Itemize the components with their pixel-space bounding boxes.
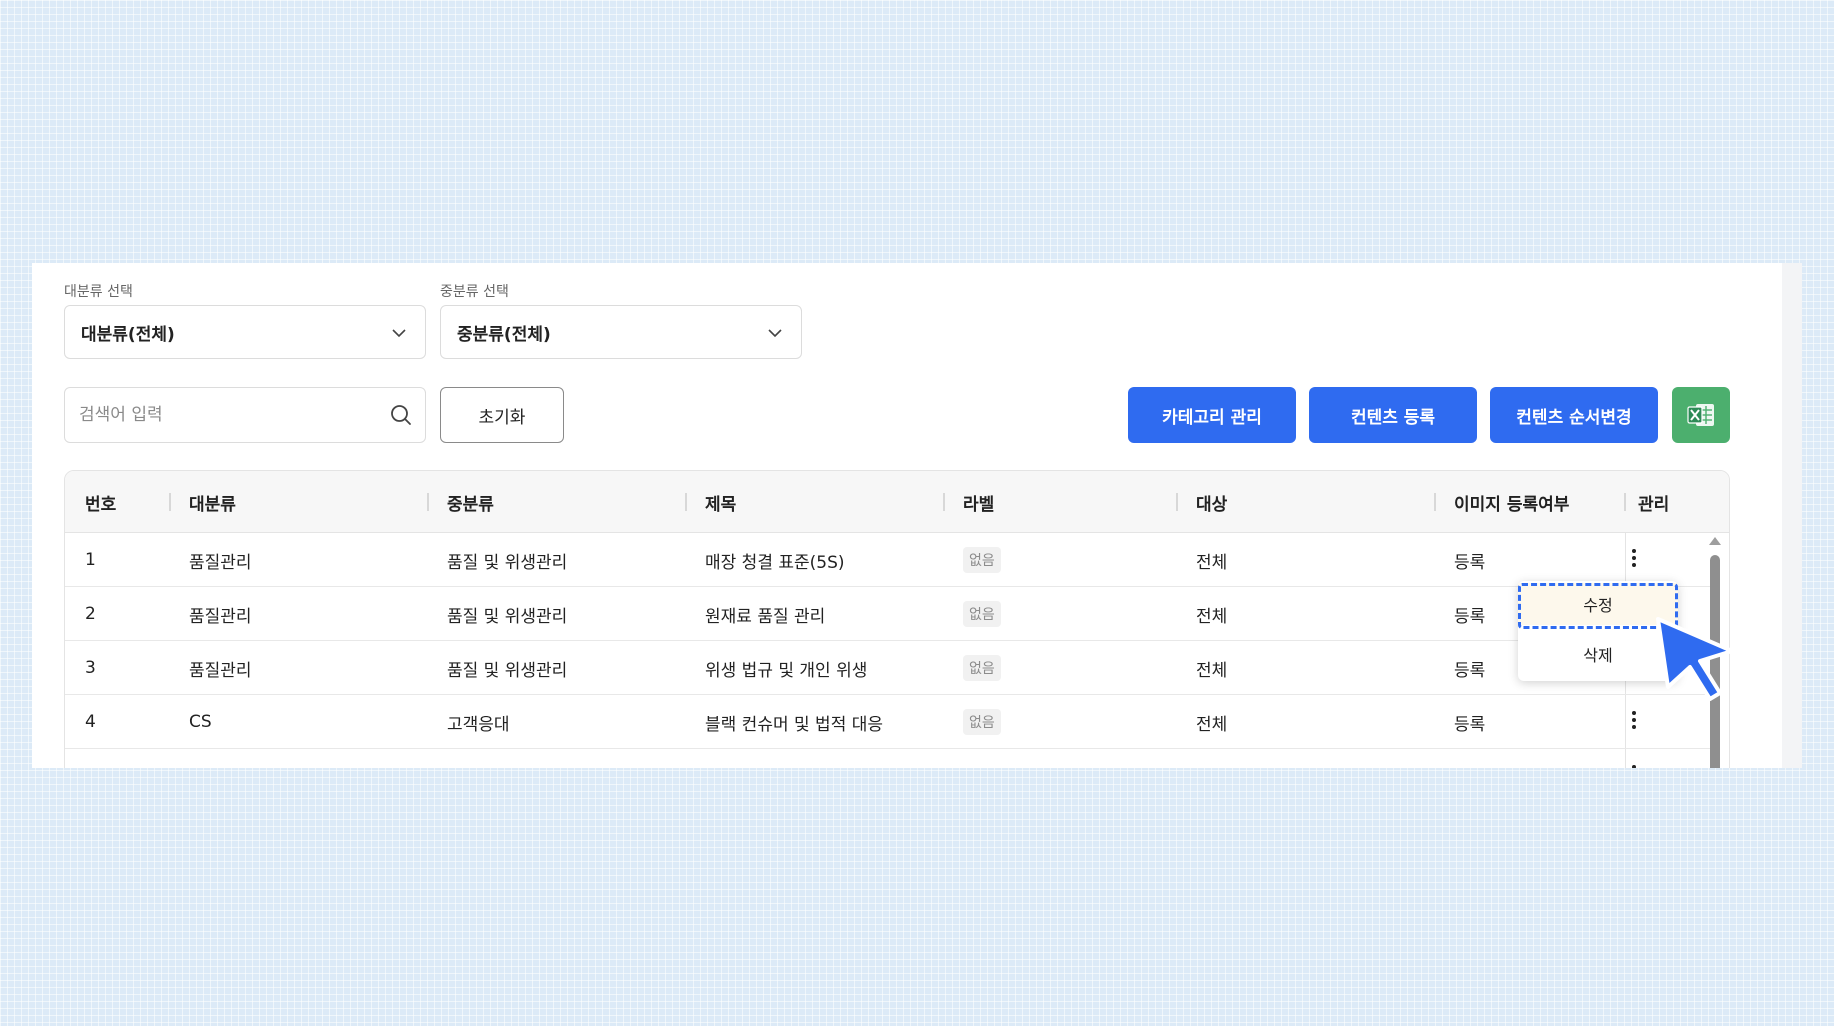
col-separator: [1624, 493, 1626, 511]
col-header-label: 라벨: [963, 494, 995, 515]
cell-title: 매장 청결 표준(5S): [705, 552, 845, 573]
search-input[interactable]: [65, 388, 379, 442]
label-tag: 없음: [963, 601, 1001, 627]
cell-image: 등록: [1454, 660, 1486, 681]
cell-target: 전체: [1196, 714, 1228, 735]
major-category-value: 대분류(전체): [81, 324, 175, 345]
table-row[interactable]: 4 CS 고객응대 블랙 컨슈머 및 법적 대응 없음 전체 등록: [65, 695, 1713, 749]
cell-label: 없음: [963, 533, 1001, 587]
cell-title: 원재료 품질 관리: [705, 606, 826, 627]
table-row[interactable]: 2 품질관리 품질 및 위생관리 원재료 품질 관리 없음 전체 등록: [65, 587, 1713, 641]
cell-middle: 품질 및 위생관리: [447, 606, 568, 627]
cell-major: 품질관리: [189, 606, 252, 627]
content-panel: 대분류 선택 대분류(전체) 중분류 선택 중분류(전체) 초기화 카테고리 관…: [32, 263, 1802, 768]
search-icon[interactable]: [389, 403, 413, 427]
cell-major: CS: [189, 712, 212, 732]
category-manage-button[interactable]: 카테고리 관리: [1128, 387, 1296, 443]
cell-major: 품질관리: [189, 552, 252, 573]
cell-label: 없음: [963, 587, 1001, 641]
content-register-button[interactable]: 컨텐츠 등록: [1309, 387, 1477, 443]
content-reorder-button[interactable]: 컨텐츠 순서변경: [1490, 387, 1658, 443]
chevron-down-icon: [768, 329, 782, 338]
content-table: 번호 대분류 중분류 제목 라벨 대상 이미지 등록여부 관리 1 품질관리 품…: [64, 470, 1730, 768]
label-tag: 없음: [963, 655, 1001, 681]
more-vertical-icon[interactable]: [1631, 711, 1637, 731]
cell-target: 전체: [1196, 606, 1228, 627]
cell-label: 없음: [963, 641, 1001, 695]
col-header-no: 번호: [85, 494, 117, 515]
label-tag: 없음: [963, 709, 1001, 735]
col-separator: [1176, 493, 1178, 511]
middle-category-label: 중분류 선택: [440, 284, 509, 300]
cell-middle: 품질 및 위생관리: [447, 552, 568, 573]
cell-no: 3: [85, 658, 96, 678]
cell-title: 블랙 컨슈머 및 법적 대응: [705, 714, 884, 735]
cell-target: 전체: [1196, 552, 1228, 573]
cell-target: 전체: [1196, 660, 1228, 681]
more-vertical-icon[interactable]: [1631, 765, 1637, 768]
cell-title: 위생 법규 및 개인 위생: [705, 660, 868, 681]
excel-icon: [1687, 404, 1714, 426]
cell-middle: 품질 및 위생관리: [447, 660, 568, 681]
table-row[interactable]: 3 품질관리 품질 및 위생관리 위생 법규 및 개인 위생 없음 전체 등록: [65, 641, 1713, 695]
scroll-up-arrow-icon[interactable]: [1709, 537, 1721, 545]
cell-label: [963, 761, 1009, 768]
cell-no: 1: [85, 550, 96, 570]
cell-no: 4: [85, 712, 96, 732]
col-separator: [169, 493, 171, 511]
label-tag: 없음: [963, 547, 1001, 573]
chevron-down-icon: [392, 329, 406, 338]
more-vertical-icon[interactable]: [1631, 549, 1637, 569]
cell-image: 등록: [1454, 606, 1486, 627]
cell-middle: 고객응대: [447, 714, 510, 735]
table-header: 번호 대분류 중분류 제목 라벨 대상 이미지 등록여부 관리: [65, 471, 1729, 533]
col-separator: [685, 493, 687, 511]
panel-right-edge: [1782, 263, 1802, 768]
col-header-target: 대상: [1196, 494, 1228, 515]
col-header-title: 제목: [705, 494, 737, 515]
col-header-major: 대분류: [189, 494, 236, 515]
col-separator: [1434, 493, 1436, 511]
table-row[interactable]: [65, 749, 1713, 768]
cell-image: 등록: [1454, 714, 1486, 735]
middle-category-value: 중분류(전체): [457, 324, 551, 345]
cursor-icon: [1656, 617, 1734, 701]
cell-major: 품질관리: [189, 660, 252, 681]
table-row[interactable]: 1 품질관리 품질 및 위생관리 매장 청결 표준(5S) 없음 전체 등록: [65, 533, 1713, 587]
col-separator: [427, 493, 429, 511]
reset-button[interactable]: 초기화: [440, 387, 564, 443]
cell-label: 없음: [963, 695, 1001, 749]
col-header-image: 이미지 등록여부: [1454, 494, 1570, 515]
col-header-middle: 중분류: [447, 494, 494, 515]
cell-no: 2: [85, 604, 96, 624]
cell-image: 등록: [1454, 552, 1486, 573]
col-separator: [943, 493, 945, 511]
major-category-select[interactable]: 대분류(전체): [64, 305, 426, 359]
middle-category-select[interactable]: 중분류(전체): [440, 305, 802, 359]
col-header-manage: 관리: [1638, 494, 1670, 515]
major-category-label: 대분류 선택: [64, 284, 133, 300]
search-box: [64, 387, 426, 443]
excel-download-button[interactable]: [1672, 387, 1730, 443]
